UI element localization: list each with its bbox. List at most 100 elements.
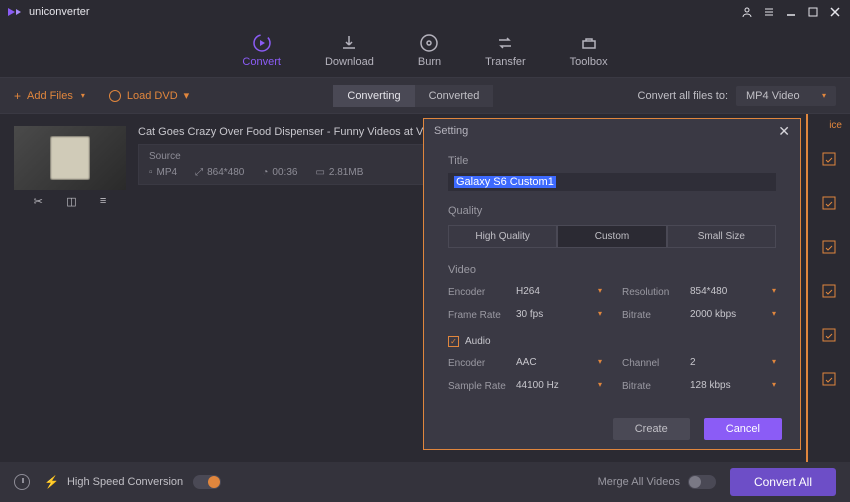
audio-samplerate-dropdown[interactable]: 44100 Hz▾	[516, 380, 602, 393]
right-header-text: ice	[808, 114, 850, 137]
tab-toolbox[interactable]: Toolbox	[570, 33, 608, 68]
user-icon[interactable]	[740, 5, 754, 19]
disc-icon	[109, 90, 121, 102]
merge-videos: Merge All Videos	[598, 475, 716, 489]
transfer-icon	[495, 33, 515, 53]
modal-close-icon[interactable]: ✕	[778, 123, 790, 140]
title-input[interactable]: Galaxy S6 Custom1	[448, 173, 776, 191]
video-encoder-dropdown[interactable]: H264▾	[516, 286, 602, 299]
chevron-down-icon: ▾	[184, 89, 190, 102]
quality-segment: High Quality Custom Small Size	[448, 225, 776, 248]
chevron-down-icon: ▾	[81, 91, 85, 100]
bolt-icon: ⚡	[44, 475, 59, 489]
quality-custom-button[interactable]: Custom	[557, 225, 666, 248]
tab-download-label: Download	[325, 56, 374, 68]
converted-tab[interactable]: Converted	[415, 85, 494, 107]
cancel-button[interactable]: Cancel	[704, 418, 782, 440]
app-logo: uniconverter	[8, 6, 90, 18]
checkbox-icon: ✓	[448, 336, 459, 347]
convert-icon	[252, 33, 272, 53]
download-icon	[339, 33, 359, 53]
output-format-dropdown[interactable]: MP4 Video ▾	[736, 86, 836, 106]
edit-icon-2[interactable]	[808, 181, 850, 225]
video-framerate-dropdown[interactable]: 30 fps▾	[516, 309, 602, 322]
tab-convert[interactable]: Convert	[242, 33, 281, 68]
tab-transfer[interactable]: Transfer	[485, 33, 526, 68]
convert-all-button[interactable]: Convert All	[730, 468, 836, 496]
video-resolution-dropdown[interactable]: 854*480▾	[690, 286, 776, 299]
audio-samplerate-label: Sample Rate	[448, 381, 516, 392]
video-section: Video EncoderH264▾ Resolution854*480▾ Fr…	[448, 264, 776, 322]
video-resolution-label: Resolution	[622, 287, 690, 298]
status-segment: Converting Converted	[333, 85, 493, 107]
merge-toggle[interactable]	[688, 475, 716, 489]
tab-convert-label: Convert	[242, 56, 281, 68]
size-badge: ▭ 2.81MB	[315, 167, 363, 178]
convert-all-to: Convert all files to: MP4 Video ▾	[638, 86, 836, 106]
logo-triangle2-icon	[16, 9, 21, 15]
quality-label: Quality	[448, 205, 776, 217]
audio-encoder-label: Encoder	[448, 358, 516, 369]
edit-icon-4[interactable]	[808, 269, 850, 313]
high-speed-toggle[interactable]	[193, 475, 221, 489]
title-value: Galaxy S6 Custom1	[454, 176, 556, 188]
logo-triangle-icon	[8, 8, 15, 16]
video-section-label: Video	[448, 264, 776, 276]
resolution-badge: ⤢ 864*480	[195, 167, 244, 178]
video-thumbnail[interactable]	[14, 126, 126, 190]
audio-bitrate-dropdown[interactable]: 128 kbps▾	[690, 380, 776, 393]
audio-encoder-dropdown[interactable]: AAC▾	[516, 357, 602, 370]
app-name: uniconverter	[29, 6, 90, 18]
tab-burn-label: Burn	[418, 56, 441, 68]
edit-icon-5[interactable]	[808, 313, 850, 357]
thumbnail-tools: ✂ ◫ ≡	[14, 190, 126, 212]
create-button[interactable]: Create	[613, 418, 690, 440]
modal-header: Setting ✕	[424, 119, 800, 143]
menu-icon[interactable]	[762, 5, 776, 19]
maximize-button[interactable]	[806, 5, 820, 19]
audio-section-label: Audio	[465, 336, 491, 347]
audio-channel-dropdown[interactable]: 2▾	[690, 357, 776, 370]
duration-badge: ◔ 00:36	[262, 167, 297, 178]
bottom-bar: ⚡ High Speed Conversion Merge All Videos…	[0, 462, 850, 502]
edit-icon-1[interactable]	[808, 137, 850, 181]
crop-icon[interactable]: ◫	[66, 195, 76, 208]
effects-icon[interactable]: ≡	[100, 195, 106, 207]
format-value: MP4 Video	[746, 90, 800, 102]
plus-icon: +	[14, 89, 21, 103]
tab-download[interactable]: Download	[325, 33, 374, 68]
main-tabs: Convert Download Burn Transfer Toolbox	[0, 24, 850, 78]
audio-channel-label: Channel	[622, 358, 690, 369]
audio-checkbox[interactable]: ✓ Audio	[448, 336, 776, 347]
quality-high-button[interactable]: High Quality	[448, 225, 557, 248]
settings-modal: Setting ✕ Title Galaxy S6 Custom1 Qualit…	[423, 118, 801, 450]
right-action-column: ice	[806, 114, 850, 462]
load-dvd-label: Load DVD	[127, 90, 178, 102]
tab-burn[interactable]: Burn	[418, 33, 441, 68]
edit-icon-6[interactable]	[808, 357, 850, 401]
modal-footer: Create Cancel	[424, 409, 800, 449]
thumbnail-wrap: ✂ ◫ ≡	[14, 126, 126, 212]
load-dvd-button[interactable]: Load DVD ▾	[109, 89, 189, 102]
window-controls	[740, 5, 842, 19]
video-bitrate-dropdown[interactable]: 2000 kbps▾	[690, 309, 776, 322]
tab-transfer-label: Transfer	[485, 56, 526, 68]
schedule-icon[interactable]	[14, 474, 30, 490]
minimize-button[interactable]	[784, 5, 798, 19]
modal-body: Title Galaxy S6 Custom1 Quality High Qua…	[424, 143, 800, 409]
trim-icon[interactable]: ✂	[34, 195, 43, 208]
source-items: ▫ MP4 ⤢ 864*480 ◔ 00:36 ▭ 2.81MB	[149, 167, 427, 178]
chevron-down-icon: ▾	[822, 91, 826, 100]
source-label: Source	[149, 151, 427, 162]
converting-tab[interactable]: Converting	[333, 85, 414, 107]
toolbar: + Add Files ▾ Load DVD ▾ Converting Conv…	[0, 78, 850, 114]
add-files-button[interactable]: + Add Files ▾	[14, 89, 85, 103]
toolbox-icon	[579, 33, 599, 53]
merge-label: Merge All Videos	[598, 476, 680, 488]
video-framerate-label: Frame Rate	[448, 310, 516, 321]
edit-icon-3[interactable]	[808, 225, 850, 269]
source-box: Source ▫ MP4 ⤢ 864*480 ◔ 00:36 ▭ 2.81MB	[138, 144, 438, 185]
close-button[interactable]	[828, 5, 842, 19]
quality-small-button[interactable]: Small Size	[667, 225, 776, 248]
high-speed-label: High Speed Conversion	[67, 476, 183, 488]
